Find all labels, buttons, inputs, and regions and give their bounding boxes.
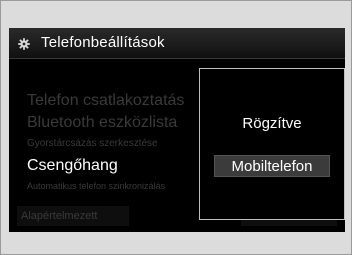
display-screen: Telefonbeállítások Telefon csatlakoztatá…	[9, 28, 345, 232]
menu-item-auto-sync[interactable]: Automatikus telefon szinkronizálás	[27, 181, 165, 191]
menu-item-ringtone[interactable]: Csengőhang	[27, 157, 118, 175]
option-mobile-phone[interactable]: Mobiltelefon	[214, 155, 330, 177]
page-title: Telefonbeállítások	[41, 34, 165, 51]
menu-item-phone-connect[interactable]: Telefon csatlakoztatás	[27, 92, 184, 110]
menu-item-bluetooth-list[interactable]: Bluetooth eszközlista	[27, 114, 177, 132]
title-bar: Telefonbeállítások	[9, 28, 345, 59]
default-button[interactable]: Alapértelmezett	[17, 206, 129, 226]
device-frame: Telefonbeállítások Telefon csatlakoztatá…	[0, 0, 352, 255]
gear-icon	[18, 38, 30, 50]
menu-item-speed-dial[interactable]: Gyorstárcsázás szerkesztése	[27, 138, 158, 149]
option-fixed[interactable]: Rögzítve	[200, 115, 344, 132]
ringtone-popup: Rögzítve Mobiltelefon	[199, 68, 345, 220]
